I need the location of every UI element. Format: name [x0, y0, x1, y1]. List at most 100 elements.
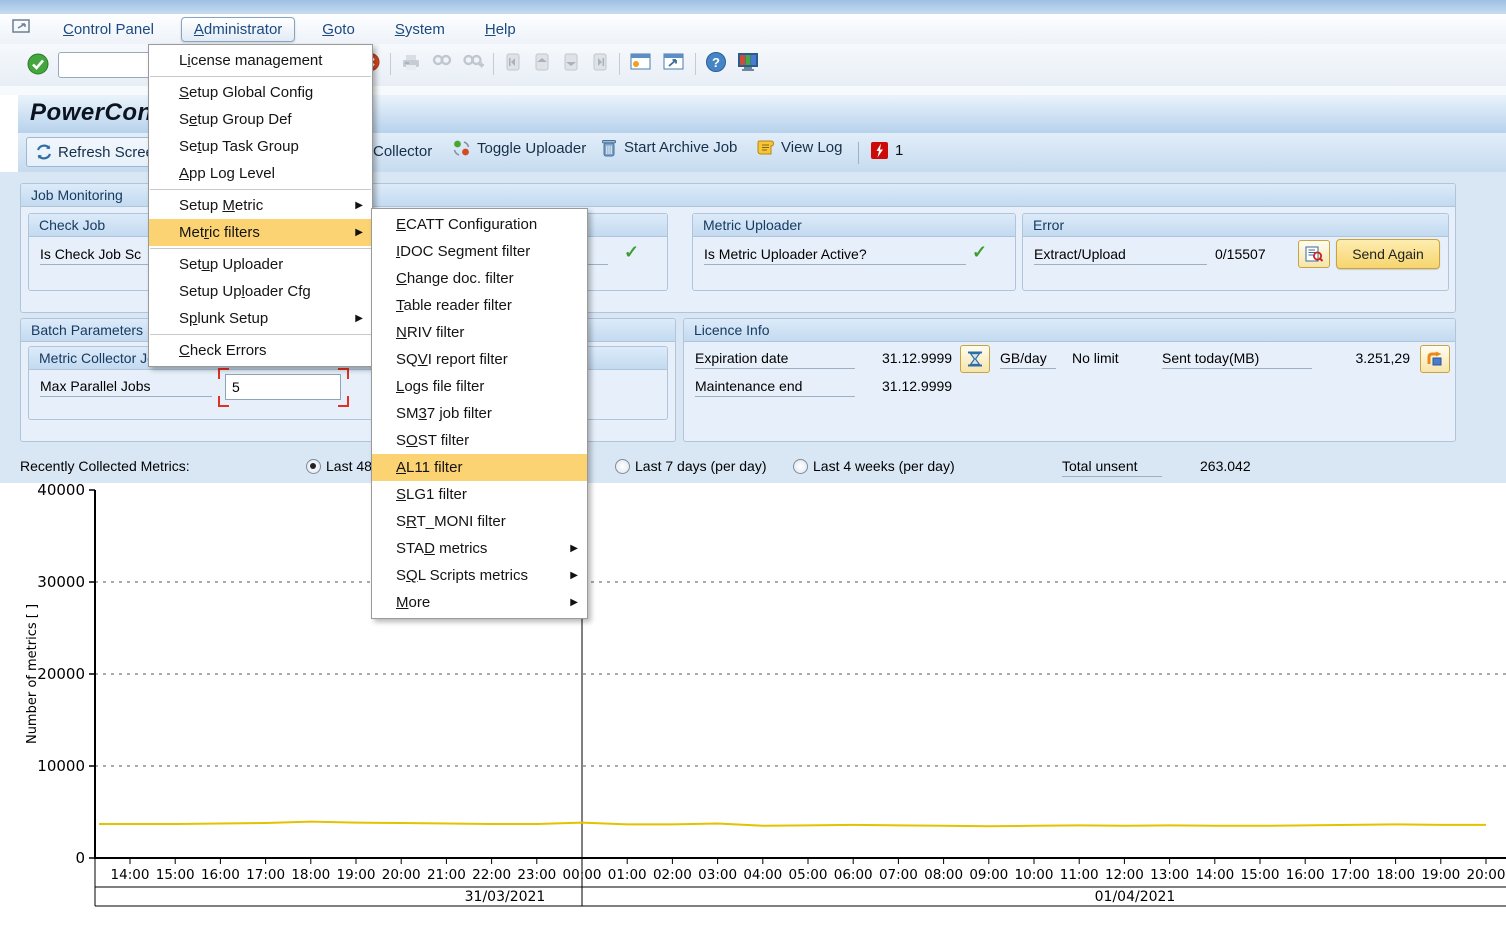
radio-last-48-hours[interactable] [306, 459, 321, 474]
menu-item-more[interactable]: More▶ [372, 589, 587, 616]
toolbar-separator [390, 53, 391, 75]
menu-item-label: Logs file filter [396, 378, 484, 395]
enter-button[interactable] [26, 52, 50, 81]
menu-item-setup-task-group[interactable]: Setup Task Group [149, 133, 372, 160]
sent-today-refresh-button[interactable] [1420, 345, 1450, 373]
menu-separator [150, 189, 371, 190]
send-again-button[interactable]: Send Again [1336, 239, 1440, 269]
radio-last-4-weeks-label[interactable]: Last 4 weeks (per day) [813, 458, 955, 474]
menu-item-slg1-filter[interactable]: SLG1 filter [372, 481, 587, 508]
x-tick-label: 21:00 [427, 867, 466, 883]
hourglass-icon [966, 350, 984, 368]
menu-item-setup-uploader-cfg[interactable]: Setup Uploader Cfg [149, 278, 372, 305]
menu-separator [150, 76, 371, 77]
menu-item-metric-filters[interactable]: Metric filters▶ [149, 219, 372, 246]
menu-item-setup-global-config[interactable]: Setup Global Config [149, 79, 372, 106]
toggle-uploader-button[interactable]: Toggle Uploader [452, 139, 586, 158]
first-page-icon[interactable] [503, 52, 523, 77]
recently-collected-metrics-label: Recently Collected Metrics: [20, 458, 190, 474]
y-tick-label: 40000 [37, 483, 85, 499]
menu-separator [150, 248, 371, 249]
last-page-icon[interactable] [590, 52, 610, 77]
menu-item-change-doc-filter[interactable]: Change doc. filter [372, 265, 587, 292]
next-page-icon[interactable] [561, 52, 581, 77]
menu-item-stad-metrics[interactable]: STAD metrics▶ [372, 535, 587, 562]
menu-item-license-management[interactable]: License management [149, 47, 372, 74]
menubar-item-system[interactable]: System [382, 17, 458, 42]
menubar-item-control-panel[interactable]: Control Panel [50, 17, 167, 42]
print-icon[interactable] [400, 52, 422, 77]
menu-item-logs-file-filter[interactable]: Logs file filter [372, 373, 587, 400]
trash-icon [600, 137, 618, 158]
radio-last-7-days[interactable] [615, 459, 630, 474]
system-menu-icon[interactable] [12, 19, 32, 40]
error-details-button[interactable] [1298, 240, 1330, 268]
x-tick-label: 06:00 [834, 867, 873, 883]
extract-upload-value: 0/15507 [1215, 246, 1266, 262]
menu-item-nriv-filter[interactable]: NRIV filter [372, 319, 587, 346]
radio-last-48-hours-label[interactable]: Last 48 [326, 458, 372, 474]
send-again-label: Send Again [1352, 246, 1424, 262]
submenu-arrow-icon: ▶ [355, 219, 363, 246]
new-session-icon[interactable] [629, 52, 653, 77]
find-next-icon[interactable] [462, 52, 484, 77]
menu-item-idoc-segment-filter[interactable]: IDOC Segment filter [372, 238, 587, 265]
submenu-arrow-icon: ▶ [355, 305, 363, 332]
menu-item-label: AL11 filter [396, 459, 462, 476]
powerconnect-window: Control Panel Administrator Goto System Help [0, 0, 1506, 940]
x-tick-label: 02:00 [653, 867, 692, 883]
x-tick-label: 11:00 [1060, 867, 1099, 883]
start-archive-job-button[interactable]: Start Archive Job [600, 137, 737, 158]
menu-item-sqvi-report-filter[interactable]: SQVI report filter [372, 346, 587, 373]
x-tick-label: 15:00 [156, 867, 195, 883]
log-scroll-icon [755, 138, 775, 157]
radio-last-7-days-label[interactable]: Last 7 days (per day) [635, 458, 767, 474]
y-axis-title: Number of metrics [ ] [25, 604, 40, 744]
customize-layout-icon[interactable] [736, 51, 760, 78]
alert-indicator[interactable]: 1 [870, 141, 903, 160]
y-tick-label: 0 [75, 849, 85, 867]
create-shortcut-icon[interactable] [662, 52, 686, 77]
menu-item-splunk-setup[interactable]: Splunk Setup▶ [149, 305, 372, 332]
system-toolbar-icons: ? [360, 50, 760, 78]
menu-item-app-log-level[interactable]: App Log Level [149, 160, 372, 187]
menu-item-label: App Log Level [179, 165, 275, 182]
menu-item-label: STAD metrics [396, 540, 487, 557]
metric-filters-submenu: ECATT ConfigurationIDOC Segment filterCh… [371, 208, 588, 619]
menu-item-table-reader-filter[interactable]: Table reader filter [372, 292, 587, 319]
menu-item-check-errors[interactable]: Check Errors [149, 337, 372, 364]
menu-item-label: Setup Uploader Cfg [179, 283, 311, 300]
menubar-item-administrator[interactable]: Administrator [181, 17, 295, 42]
menu-item-label: SQVI report filter [396, 351, 508, 368]
menubar-item-help[interactable]: Help [472, 17, 529, 42]
radio-last-4-weeks[interactable] [793, 459, 808, 474]
x-tick-label: 14:00 [111, 867, 150, 883]
x-tick-label: 18:00 [1376, 867, 1415, 883]
menu-item-ecatt-configuration[interactable]: ECATT Configuration [372, 211, 587, 238]
enter-check-icon [26, 52, 50, 76]
menu-item-sm37-job-filter[interactable]: SM37 job filter [372, 400, 587, 427]
find-icon[interactable] [431, 52, 453, 77]
view-log-button[interactable]: View Log [755, 138, 842, 157]
max-parallel-jobs-input[interactable] [225, 374, 341, 400]
help-icon[interactable]: ? [705, 51, 727, 78]
x-tick-label: 19:00 [1421, 867, 1460, 883]
menu-item-sost-filter[interactable]: SOST filter [372, 427, 587, 454]
x-tick-label: 07:00 [879, 867, 918, 883]
menubar-item-goto[interactable]: Goto [309, 17, 368, 42]
menu-item-srt-moni-filter[interactable]: SRT_MONI filter [372, 508, 587, 535]
metrics-chart: 010000200003000040000Number of metrics [… [0, 483, 1506, 940]
menu-item-al11-filter[interactable]: AL11 filter [372, 454, 587, 481]
menu-item-label: NRIV filter [396, 324, 464, 341]
expiration-date-picker-button[interactable] [960, 345, 990, 373]
previous-page-icon[interactable] [532, 52, 552, 77]
menu-item-sql-scripts-metrics[interactable]: SQL Scripts metrics▶ [372, 562, 587, 589]
menu-item-setup-metric[interactable]: Setup Metric▶ [149, 192, 372, 219]
x-tick-label: 16:00 [1286, 867, 1325, 883]
menu-item-setup-group-def[interactable]: Setup Group Def [149, 106, 372, 133]
menu-item-setup-uploader[interactable]: Setup Uploader [149, 251, 372, 278]
maintenance-end-value: 31.12.9999 [882, 378, 952, 394]
x-tick-label: 20:00 [382, 867, 421, 883]
collector-button-label[interactable]: Collector [373, 143, 432, 160]
x-tick-label: 13:00 [1150, 867, 1189, 883]
